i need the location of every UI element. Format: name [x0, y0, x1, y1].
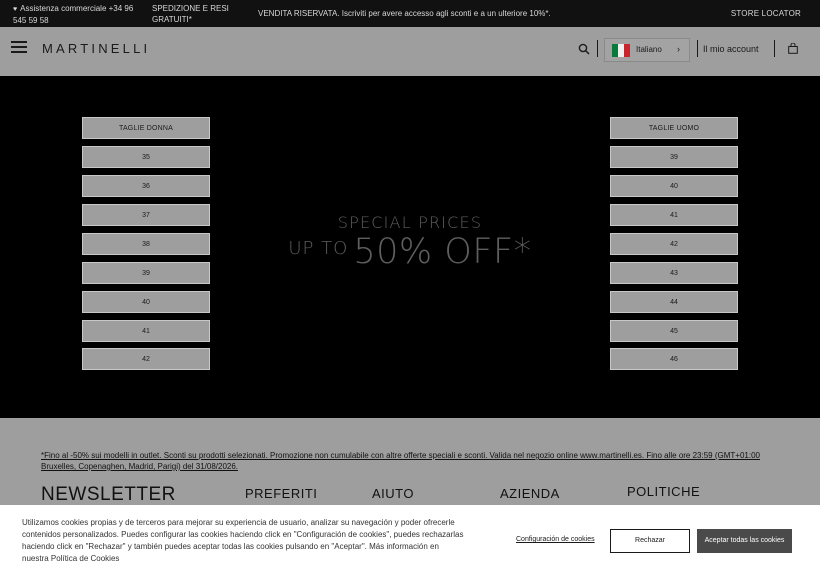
newsletter-heading: NEWSLETTER: [41, 484, 176, 505]
location-pin-icon: ♥: [13, 6, 18, 13]
brand-logo[interactable]: MARTINELLI: [42, 41, 150, 56]
account-link[interactable]: Il mio account: [703, 44, 759, 54]
footer-col-favorites[interactable]: PREFERITI: [245, 486, 317, 501]
cookie-banner: Utilizamos cookies propias y de terceros…: [0, 505, 820, 577]
hamburger-icon[interactable]: [11, 41, 27, 53]
divider: [774, 40, 775, 57]
footer-col-company[interactable]: AZIENDA: [500, 486, 560, 501]
men-size-button[interactable]: 42: [610, 233, 738, 255]
women-size-button[interactable]: 35: [82, 146, 210, 168]
reject-cookies-button[interactable]: Rechazar: [610, 529, 690, 553]
top-bar: ♥ Assistenza commerciale +34 96 545 59 58…: [0, 0, 820, 27]
cookie-message: Utilizamos cookies propias y de terceros…: [22, 518, 464, 563]
men-size-button[interactable]: 39: [610, 146, 738, 168]
promo-footnote[interactable]: *Fino al -50% sui modelli in outlet. Sco…: [41, 450, 781, 472]
women-sizes-header[interactable]: TAGLIE DONNA: [82, 117, 210, 139]
italy-flag-icon: [612, 44, 630, 57]
women-size-button[interactable]: 42: [82, 348, 210, 370]
women-size-button[interactable]: 36: [82, 175, 210, 197]
men-size-button[interactable]: 43: [610, 262, 738, 284]
men-size-button[interactable]: 44: [610, 291, 738, 313]
cookie-settings-link[interactable]: Configuración de cookies: [516, 536, 595, 543]
divider: [597, 40, 598, 57]
men-size-button[interactable]: 40: [610, 175, 738, 197]
women-size-button[interactable]: 41: [82, 320, 210, 342]
footer-col-help[interactable]: AIUTO: [372, 486, 414, 501]
women-size-button[interactable]: 40: [82, 291, 210, 313]
men-size-button[interactable]: 45: [610, 320, 738, 342]
hero-banner: TAGLIE DONNA 35 36 37 38 39 40 41 42 SPE…: [0, 76, 820, 418]
discount-value: 50% OFF*: [353, 232, 532, 272]
search-icon[interactable]: [578, 43, 590, 55]
chevron-right-icon: ›: [677, 44, 680, 54]
divider: [697, 40, 698, 57]
assistance-phone[interactable]: ♥ Assistenza commerciale +34 96 545 59 58: [13, 3, 143, 26]
site-header: MARTINELLI Italiano › Il mio account: [0, 27, 820, 76]
shopping-bag-icon[interactable]: [788, 43, 798, 54]
shipping-notice: SPEDIZIONE E RESI GRATUITI*: [152, 4, 229, 24]
men-sizes-header[interactable]: TAGLIE UOMO: [610, 117, 738, 139]
accept-all-cookies-button[interactable]: Aceptar todas las cookies: [697, 529, 792, 553]
up-to-label: UP TO: [288, 238, 349, 259]
men-size-button[interactable]: 41: [610, 204, 738, 226]
men-size-button[interactable]: 46: [610, 348, 738, 370]
language-label: Italiano: [636, 45, 662, 54]
assistance-text: Assistenza commerciale +34 96 545 59 58: [13, 4, 134, 25]
language-selector[interactable]: Italiano ›: [604, 38, 690, 62]
promo-banner[interactable]: VENDITA RISERVATA. Iscriviti per avere a…: [258, 9, 551, 18]
store-locator-link[interactable]: STORE LOCATOR: [731, 9, 801, 18]
footer-col-policies[interactable]: POLITICHE: [627, 484, 700, 499]
